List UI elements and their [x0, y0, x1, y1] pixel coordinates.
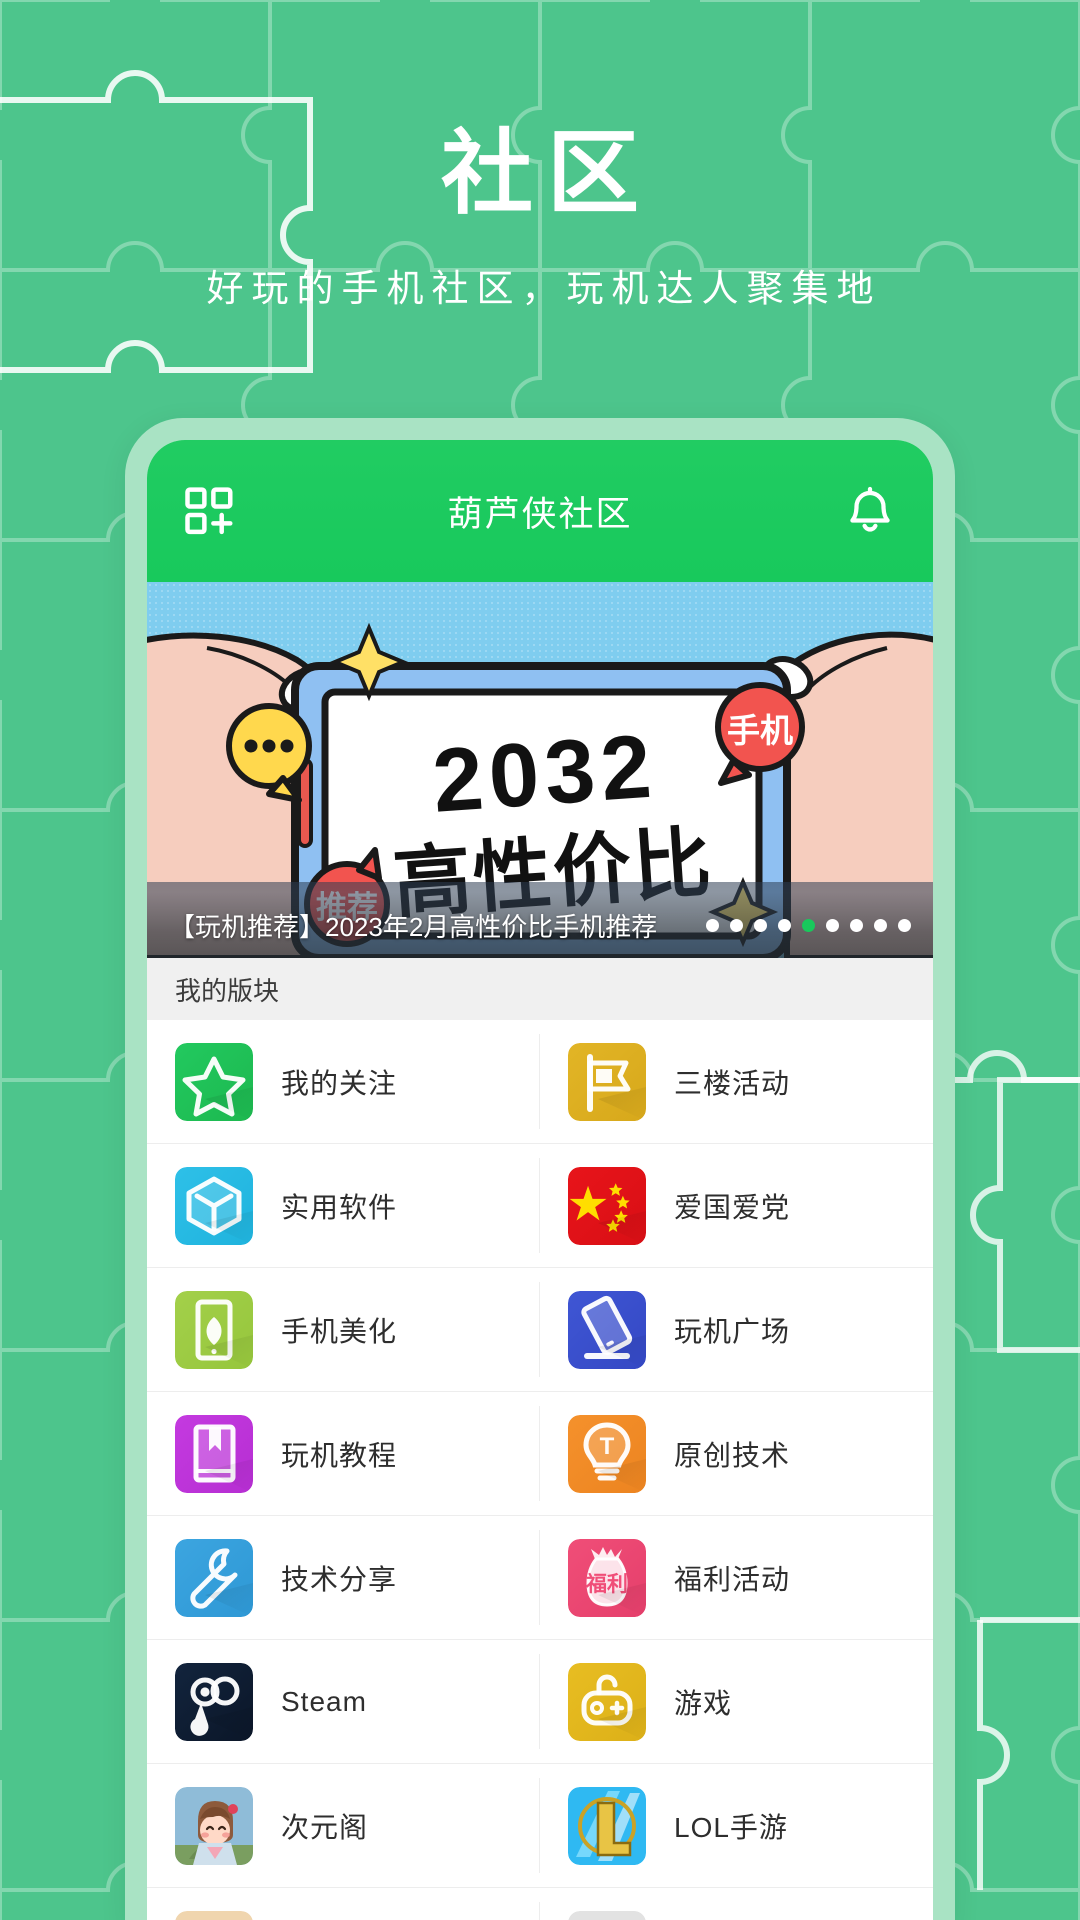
board-cell[interactable]: 福利 福利活动 — [540, 1516, 933, 1640]
banner-dot[interactable] — [778, 918, 791, 932]
board-cell-label: 玩机教程 — [281, 1439, 398, 1471]
board-cell[interactable]: 爱国爱党 — [540, 1144, 933, 1268]
banner-dot[interactable] — [898, 918, 911, 932]
steam-icon — [175, 1662, 253, 1741]
board-cell-label: 三楼活动 — [674, 1067, 791, 1099]
board-cell-label: 实用软件 — [281, 1191, 398, 1223]
banner-dot[interactable] — [802, 918, 815, 932]
board-cell[interactable]: 玩机广场 — [540, 1268, 933, 1392]
china-flag-icon — [568, 1166, 646, 1245]
board-cell-label: 手机美化 — [281, 1315, 398, 1347]
banner-dot[interactable] — [706, 918, 719, 932]
board-cell-label: 福利活动 — [674, 1563, 791, 1595]
board-cell[interactable] — [540, 1888, 933, 1920]
banner-dot[interactable] — [730, 918, 743, 932]
board-cell-label: 原创技术 — [674, 1439, 791, 1471]
partial-icon-b — [568, 1910, 646, 1920]
grid-plus-icon[interactable] — [183, 484, 237, 538]
board-grid: 我的关注 三楼活动 实用软件 爱国爱党 手机美化 玩机广场 玩机教程 T 原创技… — [147, 1020, 933, 1920]
svg-text:T: T — [600, 1433, 615, 1460]
board-cell[interactable]: 玩机教程 — [147, 1392, 540, 1516]
board-cell-label: 技术分享 — [281, 1563, 398, 1595]
board-cell-label: 玩机广场 — [674, 1315, 791, 1347]
board-cell[interactable] — [147, 1888, 540, 1920]
board-cell[interactable]: 技术分享 — [147, 1516, 540, 1640]
bell-icon[interactable] — [843, 484, 897, 538]
lol-logo-icon — [568, 1786, 646, 1865]
bulb-t-icon: T — [568, 1414, 646, 1493]
page-subtitle: 好玩的手机社区，玩机达人聚集地 — [206, 268, 882, 309]
section-header-my-boards: 我的版块 — [147, 958, 933, 1020]
banner-carousel[interactable]: 2032 高性价比 手机 推荐 【玩机推荐】2023年2月高性价比手机推荐 — [147, 582, 933, 958]
phone-leaf-icon — [175, 1290, 253, 1369]
banner-caption: 【玩机推荐】2023年2月高性价比手机推荐 — [147, 892, 933, 958]
board-cell[interactable]: 游戏 — [540, 1640, 933, 1764]
board-cell[interactable]: 我的关注 — [147, 1020, 540, 1144]
banner-dot[interactable] — [874, 918, 887, 932]
board-cell[interactable]: 三楼活动 — [540, 1020, 933, 1144]
page-title: 社区 — [440, 123, 653, 225]
board-cell[interactable]: LOL手游 — [540, 1764, 933, 1888]
board-cell-label: 游戏 — [674, 1687, 733, 1719]
banner-dot[interactable] — [826, 918, 839, 932]
board-cell-label: 次元阁 — [281, 1811, 369, 1843]
banner-badge-right: 手机 — [727, 712, 793, 749]
board-cell[interactable]: 手机美化 — [147, 1268, 540, 1392]
partial-icon-a — [175, 1910, 253, 1920]
phone-screen: 葫芦侠社区 2032 高性价比 手机 【玩机推荐】2023年2月高性价比手机推荐… — [147, 440, 933, 1920]
section-header-label: 我的版块 — [175, 975, 280, 1006]
banner-caption-text: 【玩机推荐】2023年2月高性价比手机推荐 — [169, 911, 658, 942]
app-title: 葫芦侠社区 — [447, 494, 633, 534]
phone-tilt-icon — [568, 1290, 646, 1369]
phone-mockup: 葫芦侠社区 2032 高性价比 手机 【玩机推荐】2023年2月高性价比手机推荐… — [125, 418, 955, 1920]
flag-icon — [568, 1042, 646, 1121]
banner-dot[interactable] — [850, 918, 863, 932]
board-cell[interactable]: T 原创技术 — [540, 1392, 933, 1516]
cube-icon — [175, 1166, 253, 1245]
board-cell[interactable]: Steam — [147, 1640, 540, 1764]
board-cell-label: 我的关注 — [281, 1067, 398, 1099]
board-cell[interactable]: 实用软件 — [147, 1144, 540, 1268]
promo-header: 社区 好玩的手机社区，玩机达人聚集地 — [0, 0, 1080, 312]
board-cell-label: 爱国爱党 — [674, 1191, 791, 1223]
banner-dot-indicator[interactable] — [706, 918, 911, 932]
board-cell-label: Steam — [281, 1685, 367, 1717]
wrench-icon — [175, 1538, 253, 1617]
book-icon — [175, 1414, 253, 1493]
banner-headline-number: 2032 — [430, 716, 661, 831]
app-bar: 葫芦侠社区 — [147, 440, 933, 582]
banner-dot[interactable] — [754, 918, 767, 932]
anime-girl-icon — [175, 1786, 253, 1865]
money-bag-icon: 福利 — [568, 1538, 646, 1617]
board-cell-label: LOL手游 — [674, 1811, 788, 1843]
board-cell[interactable]: 次元阁 — [147, 1764, 540, 1888]
star-icon — [175, 1042, 253, 1121]
gamepad-icon — [568, 1662, 646, 1741]
